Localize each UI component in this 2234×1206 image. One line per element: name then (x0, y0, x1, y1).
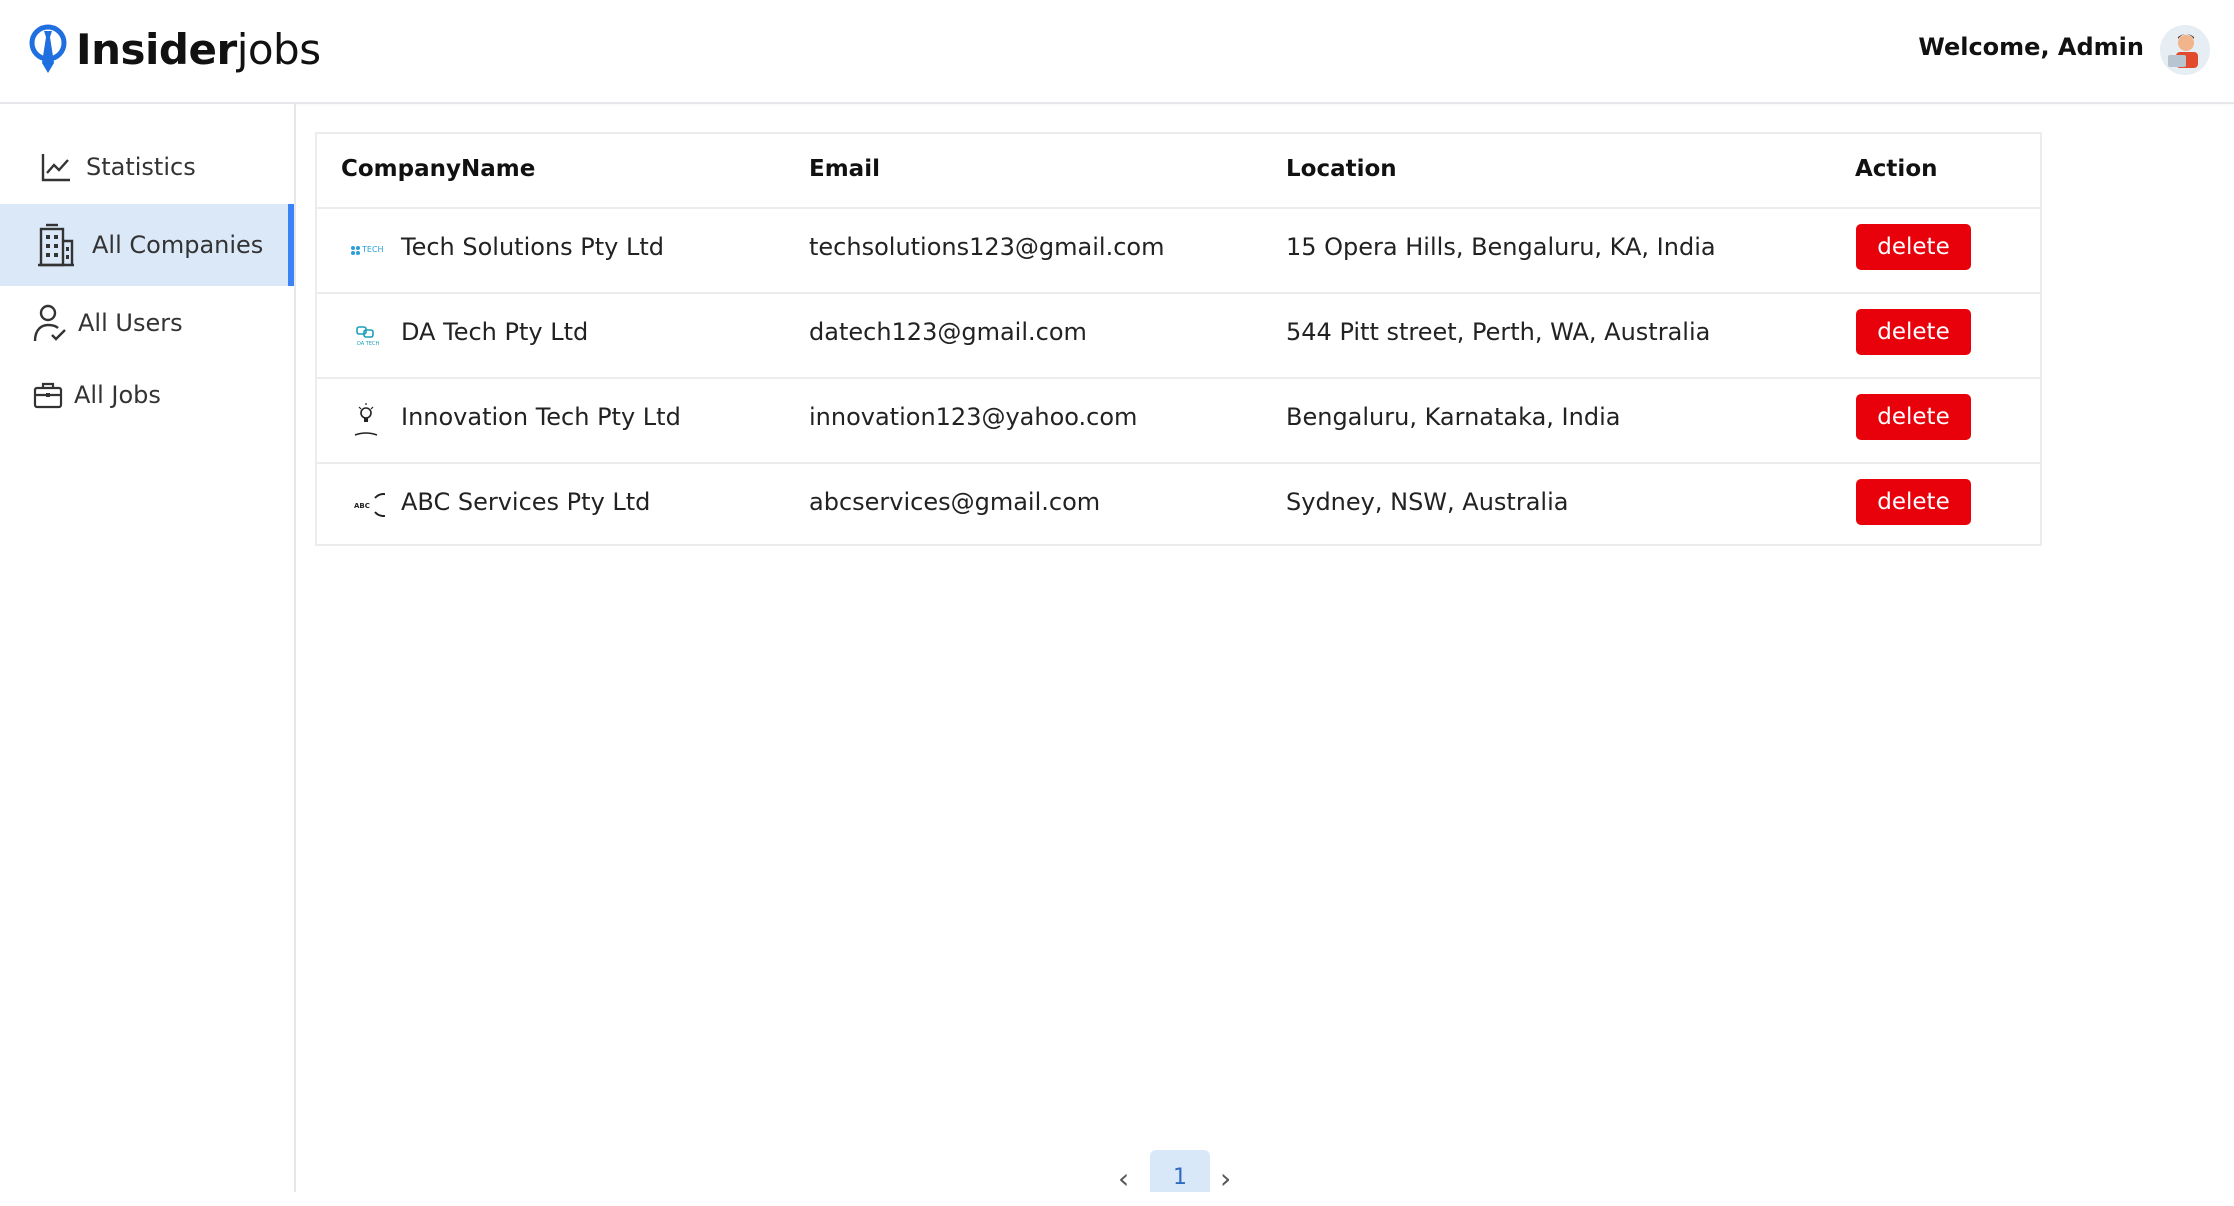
column-header-email: Email (809, 156, 880, 182)
svg-text:TECH: TECH (361, 245, 384, 254)
column-header-company-name: CompanyName (341, 156, 536, 182)
avatar-icon (2160, 25, 2210, 75)
sidebar-item-label: All Users (78, 309, 183, 337)
avatar[interactable] (2160, 25, 2210, 75)
user-check-icon (30, 301, 70, 345)
welcome-text: Welcome, Admin (1918, 33, 2144, 61)
sidebar-item-all-companies[interactable]: All Companies (0, 204, 294, 286)
delete-button[interactable]: delete (1856, 309, 1971, 355)
building-icon (36, 223, 76, 267)
column-header-action: Action (1855, 156, 1938, 182)
chevron-left-icon[interactable]: ‹ (1118, 1162, 1129, 1195)
svg-text:DA TECH: DA TECH (357, 341, 379, 347)
page-number-button[interactable]: 1 (1150, 1150, 1210, 1192)
company-location: Bengaluru, Karnataka, India (1286, 403, 1621, 431)
app-logo[interactable]: Insiderjobs (28, 22, 321, 78)
company-name: Innovation Tech Pty Ltd (401, 403, 681, 431)
company-logo-icon: TECH (347, 231, 385, 269)
table-header: CompanyName Email Location Action (317, 134, 2040, 209)
delete-button[interactable]: delete (1856, 394, 1971, 440)
delete-button[interactable]: delete (1856, 224, 1971, 270)
company-name: ABC Services Pty Ltd (401, 488, 651, 516)
company-logo-icon (347, 401, 385, 439)
company-email: techsolutions123@gmail.com (809, 233, 1165, 261)
company-location: 15 Opera Hills, Bengaluru, KA, India (1286, 233, 1716, 261)
chevron-right-icon[interactable]: › (1220, 1162, 1231, 1195)
sidebar-item-all-jobs[interactable]: All Jobs (0, 354, 322, 436)
company-name: Tech Solutions Pty Ltd (401, 233, 665, 261)
table-row: Innovation Tech Pty Ltd innovation123@ya… (317, 377, 2040, 464)
sidebar-item-label: All Companies (92, 231, 264, 259)
companies-table: CompanyName Email Location Action TECH T… (315, 132, 2042, 546)
briefcase-icon (28, 373, 68, 417)
sidebar-item-label: All Jobs (74, 381, 161, 409)
delete-button[interactable]: delete (1856, 479, 1971, 525)
company-logo-icon: ABC (347, 486, 396, 524)
company-location: 544 Pitt street, Perth, WA, Australia (1286, 318, 1711, 346)
logo-text-bold: Insider (76, 25, 237, 74)
tie-logo-icon (29, 24, 67, 73)
svg-text:ABC: ABC (354, 502, 370, 510)
sidebar-item-label: Statistics (86, 153, 196, 181)
chart-line-icon (36, 145, 76, 189)
table-row: ABC ABC Services Pty Ltd abcservices@gma… (317, 462, 2040, 547)
logo-text-light: jobs (236, 25, 321, 74)
top-header: Insiderjobs Welcome, Admin (0, 0, 2234, 104)
company-name: DA Tech Pty Ltd (401, 318, 589, 346)
company-email: abcservices@gmail.com (809, 488, 1101, 516)
company-email: datech123@gmail.com (809, 318, 1087, 346)
sidebar: Statistics All Companies All Users All J… (0, 104, 296, 1192)
company-location: Sydney, NSW, Australia (1286, 488, 1569, 516)
sidebar-item-statistics[interactable]: Statistics (0, 126, 330, 208)
table-row: DA TECH DA Tech Pty Ltd datech123@gmail.… (317, 292, 2040, 379)
column-header-location: Location (1286, 156, 1397, 182)
sidebar-item-all-users[interactable]: All Users (0, 282, 324, 364)
company-email: innovation123@yahoo.com (809, 403, 1138, 431)
table-row: TECH Tech Solutions Pty Ltd techsolution… (317, 207, 2040, 294)
company-logo-icon: DA TECH (347, 316, 385, 354)
